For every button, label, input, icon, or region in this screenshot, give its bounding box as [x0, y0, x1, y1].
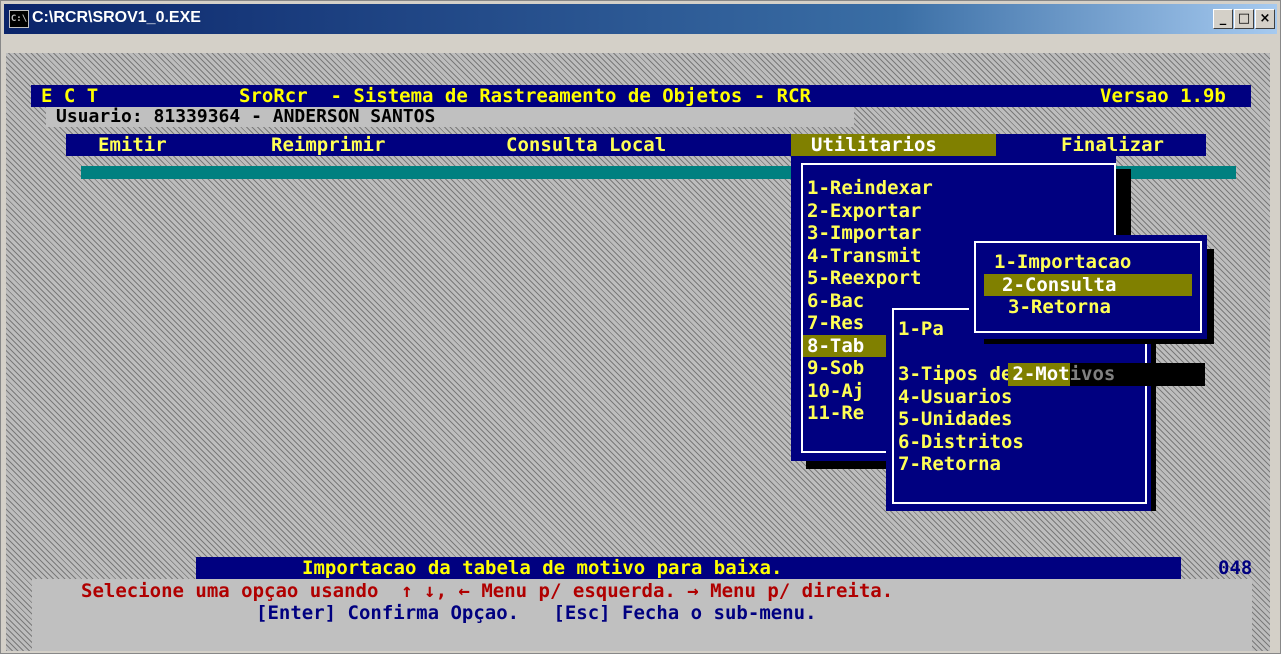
- tabelas-item-unidades[interactable]: 5-Unidades: [894, 408, 1145, 431]
- menu-utilitarios[interactable]: Utilitarios: [811, 134, 937, 156]
- console-window: C:\ C:\RCR\SROV1_0.EXE _ □ × E C T SroRc…: [0, 0, 1281, 654]
- header-system-title: SroRcr - Sistema de Rastreamento de Obje…: [239, 85, 811, 107]
- tabelas-item-motivos-rest: ivos: [1069, 363, 1206, 386]
- utilitarios-item-tab[interactable]: 8-Tab: [803, 334, 887, 357]
- motivos-item-importacao[interactable]: 1-Importacao: [976, 251, 1200, 274]
- header-version: Versao 1.9b: [1100, 85, 1226, 107]
- window-title: C:\RCR\SROV1_0.EXE: [32, 9, 201, 26]
- tabelas-item-motivos-highlight: 2-Mot: [1008, 363, 1070, 386]
- minimize-button[interactable]: _: [1213, 9, 1233, 29]
- motivos-submenu: 1-Importacao 2-Consulta 3-Retorna: [974, 241, 1202, 333]
- title-bar[interactable]: C:\ C:\RCR\SROV1_0.EXE _ □ ×: [4, 4, 1277, 34]
- user-label: Usuario: 81339364 - ANDERSON SANTOS: [56, 106, 436, 127]
- console-screen: E C T SroRcr - Sistema de Rastreamento d…: [6, 53, 1270, 651]
- menu-emitir[interactable]: Emitir: [98, 134, 167, 156]
- motivos-item-consulta[interactable]: 2-Consulta: [984, 273, 1192, 296]
- menu-finalizar[interactable]: Finalizar: [1061, 134, 1164, 156]
- header-org: E C T: [41, 85, 99, 107]
- close-button[interactable]: ×: [1255, 9, 1275, 29]
- tabelas-item-retorna[interactable]: 7-Retorna: [894, 453, 1145, 476]
- console-app-icon[interactable]: C:\: [9, 10, 29, 28]
- help-line-1: Selecione uma opçao usando ↑ ↓, ← Menu p…: [81, 580, 894, 602]
- status-message: Importacao da tabela de motivo para baix…: [302, 557, 783, 579]
- status-code: 048: [1218, 557, 1253, 579]
- utilitarios-item-exportar[interactable]: 2-Exportar: [803, 200, 1114, 223]
- menu-consulta-local[interactable]: Consulta Local: [506, 134, 666, 156]
- maximize-button[interactable]: □: [1234, 9, 1254, 29]
- tabelas-item-distritos[interactable]: 6-Distritos: [894, 431, 1145, 454]
- utilitarios-item-reindexar[interactable]: 1-Reindexar: [803, 177, 1114, 200]
- help-line-2: [Enter] Confirma Opçao. [Esc] Fecha o su…: [256, 602, 817, 624]
- motivos-item-retorna[interactable]: 3-Retorna: [976, 296, 1200, 319]
- menu-reimprimir[interactable]: Reimprimir: [271, 134, 385, 156]
